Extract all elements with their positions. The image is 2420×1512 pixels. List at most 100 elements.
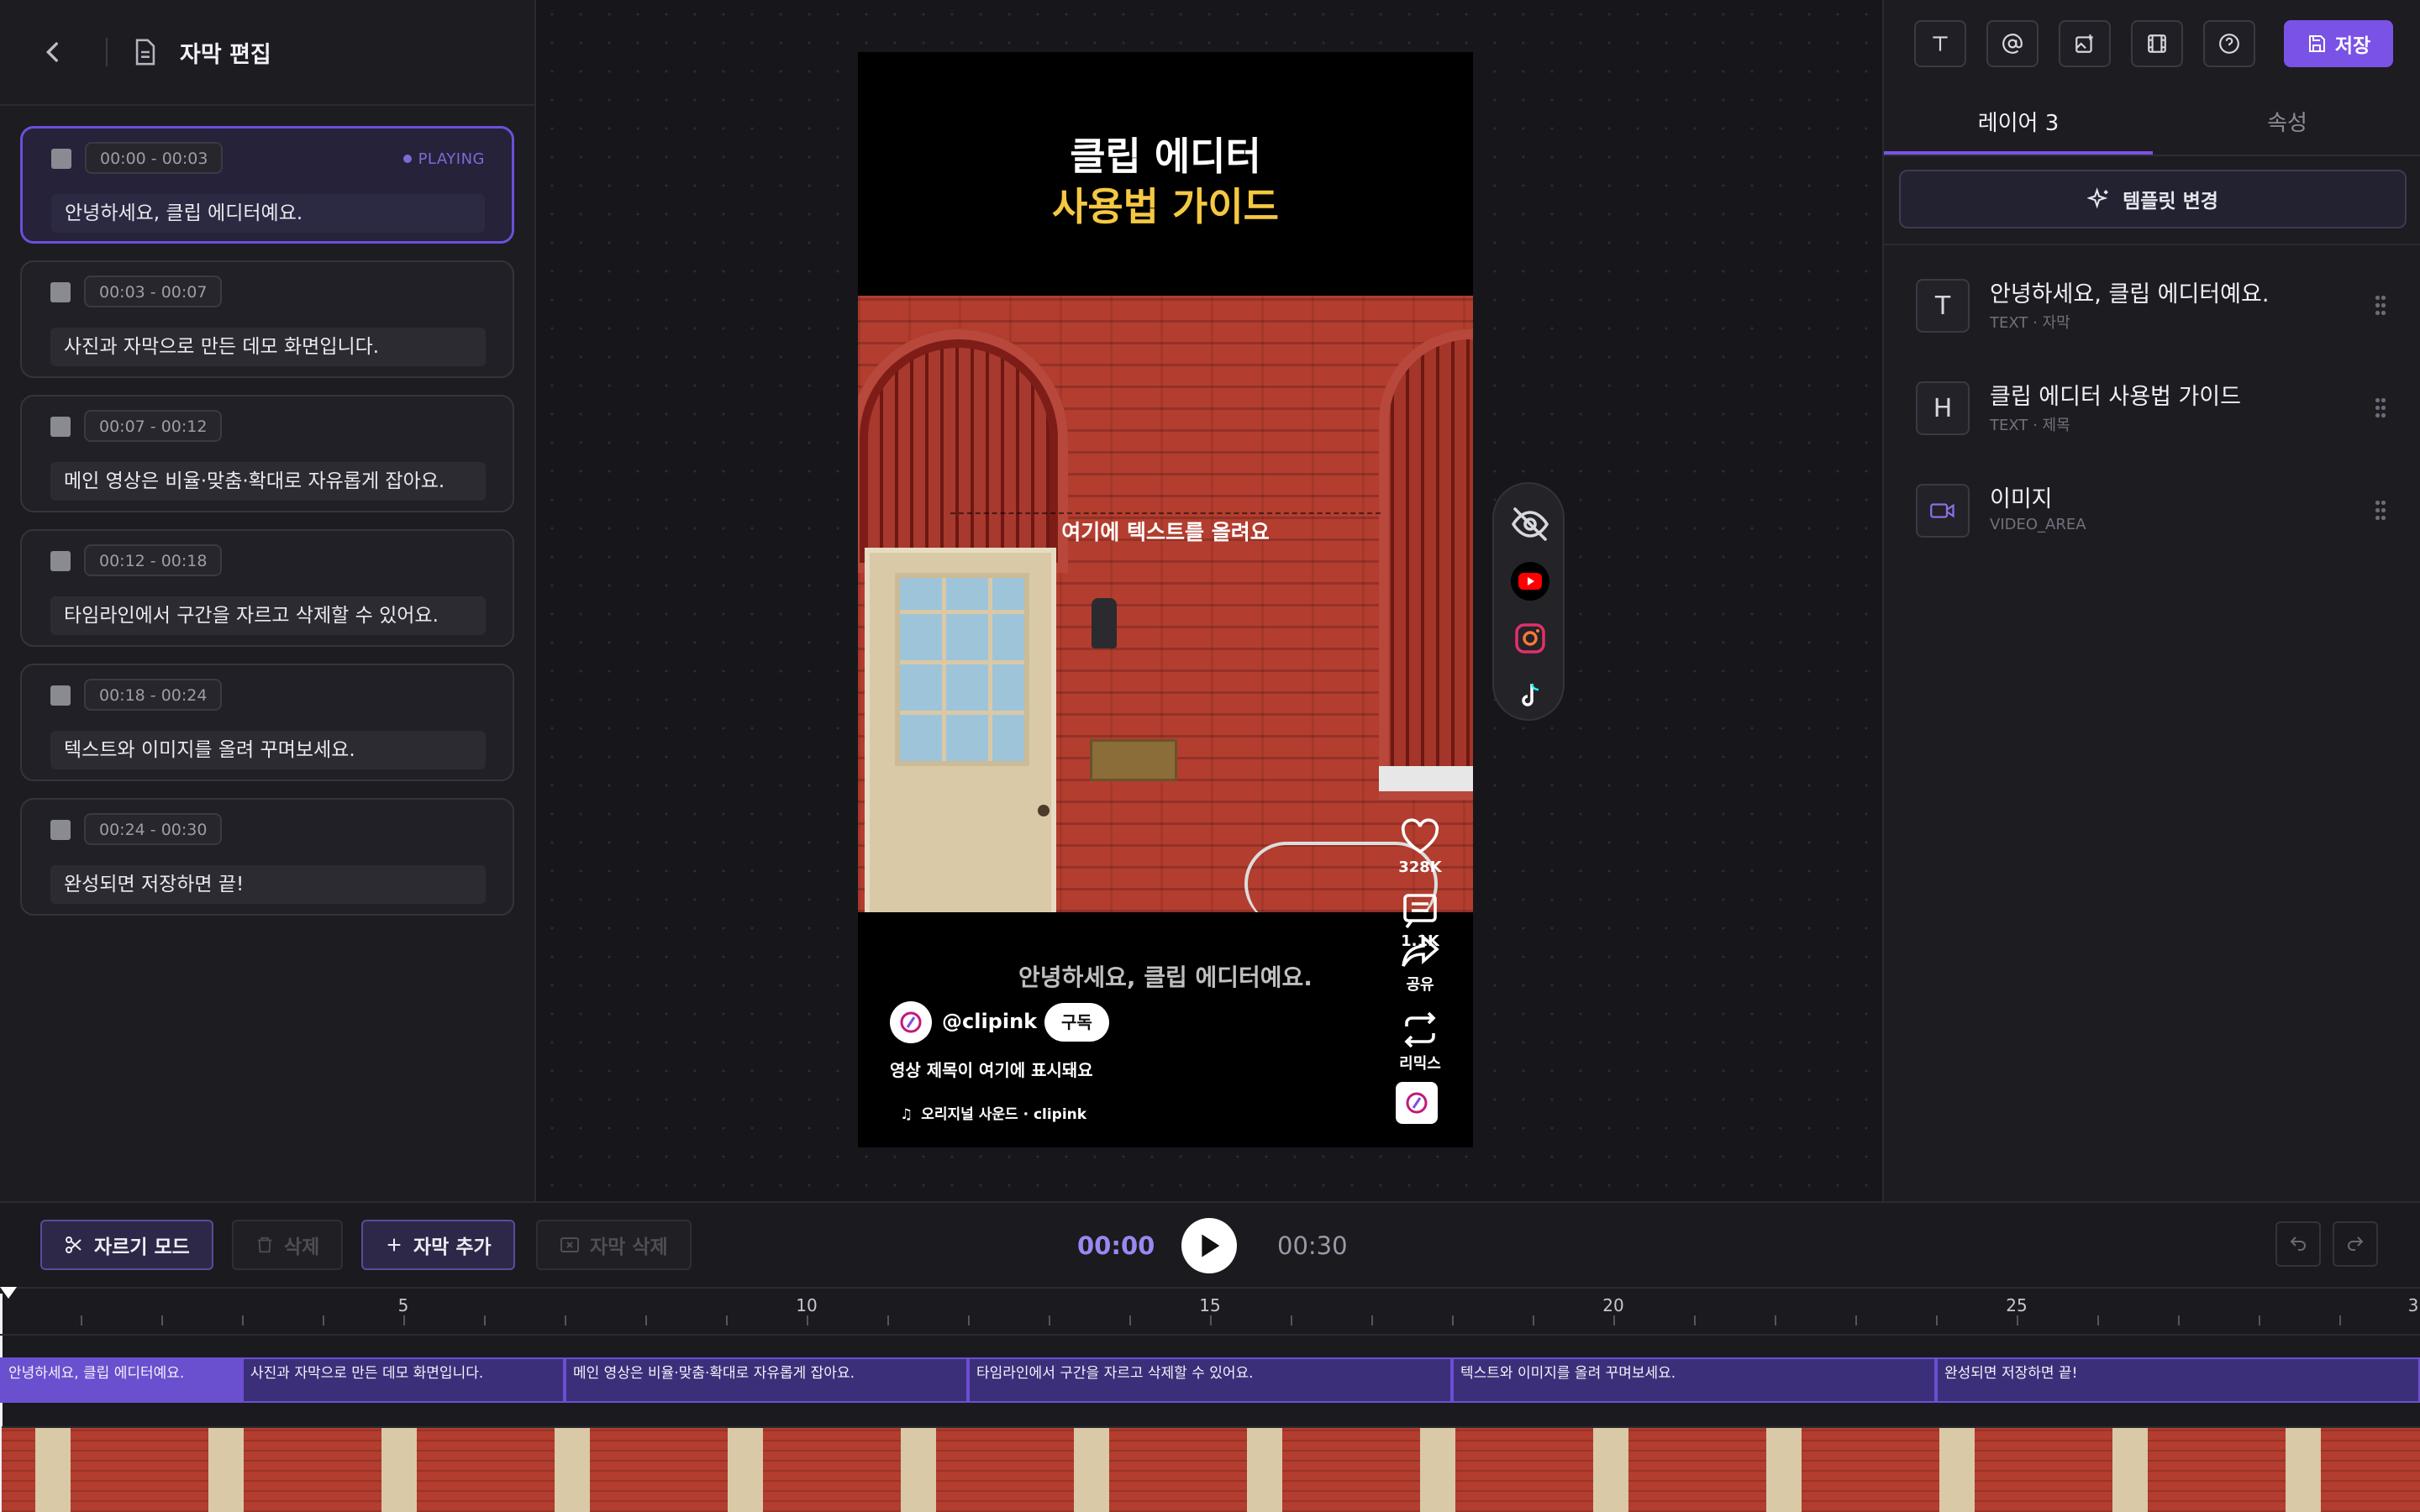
chevron-left-icon[interactable]	[39, 38, 67, 66]
playback-controls: 자르기 모드 삭제 자막 추가 자막 삭제 00:00 00:30	[0, 1203, 2420, 1284]
remix-icon	[1404, 1011, 1436, 1048]
cue-time[interactable]: 00:12 - 00:18	[84, 544, 223, 576]
cue-item[interactable]: 00:00 - 00:03 PLAYING 안녕하세요, 클립 에디터예요.	[20, 126, 514, 244]
cue-text[interactable]: 사진과 자막으로 만든 데모 화면입니다.	[50, 328, 486, 366]
help-icon	[2219, 34, 2239, 54]
drag-handle-icon[interactable]	[2375, 499, 2386, 521]
change-template-button[interactable]: 템플릿 변경	[1899, 170, 2407, 228]
cue-time[interactable]: 00:03 - 00:07	[84, 276, 223, 307]
cue-checkbox[interactable]	[50, 685, 71, 706]
add-text-button[interactable]	[1914, 20, 1966, 67]
tab-properties[interactable]: 속성	[2153, 92, 2420, 155]
subtitle-segment[interactable]: 완성되면 저장하면 끝!	[1936, 1357, 2420, 1403]
layer-item[interactable]: 이미지 VIDEO_AREA	[1916, 480, 2386, 539]
preview-caption[interactable]: 안녕하세요, 클립 에디터예요.	[858, 959, 1473, 993]
like-action[interactable]: 328K	[1391, 818, 1449, 876]
cue-checkbox[interactable]	[50, 417, 71, 437]
ruler-tick	[2017, 1315, 2018, 1326]
subtitle-segment[interactable]: 사진과 자막으로 만든 데모 화면입니다.	[242, 1357, 565, 1403]
redo-icon	[2348, 1236, 2364, 1251]
ruler-tick	[2259, 1315, 2260, 1326]
subtitle-segment[interactable]: 메인 영상은 비율·맞춤·확대로 자유롭게 잡아요.	[565, 1357, 968, 1403]
save-button[interactable]: 저장	[2284, 20, 2393, 67]
preview-title-line1[interactable]: 클립 에디터	[858, 126, 1473, 181]
cue-checkbox[interactable]	[50, 820, 71, 840]
scissors-icon	[66, 1236, 82, 1253]
layer-name: 이미지	[1990, 486, 2053, 512]
cue-item[interactable]: 00:24 - 00:30 완성되면 저장하면 끝!	[20, 798, 514, 916]
lamp-image	[1092, 598, 1117, 648]
ruler-tick	[1936, 1315, 1938, 1326]
drag-handle-icon[interactable]	[2375, 396, 2386, 418]
cue-checkbox[interactable]	[51, 149, 71, 169]
redo-button[interactable]	[2333, 1221, 2378, 1267]
cue-item[interactable]: 00:18 - 00:24 텍스트와 이미지를 올려 꾸며보세요.	[20, 664, 514, 781]
cue-list: 00:00 - 00:03 PLAYING 안녕하세요, 클립 에디터예요. 0…	[0, 106, 534, 916]
eye-off-icon[interactable]	[1510, 504, 1550, 544]
subtitle-remove-icon	[560, 1237, 579, 1252]
cue-checkbox[interactable]	[50, 282, 71, 302]
preview-title-line2[interactable]: 사용법 가이드	[858, 176, 1473, 232]
cue-time[interactable]: 00:00 - 00:03	[85, 142, 224, 174]
clipink-logo-icon	[1406, 1092, 1428, 1114]
undo-button[interactable]	[2275, 1221, 2321, 1267]
video-area[interactable]: 여기에 텍스트를 올려요	[858, 296, 1473, 912]
video-track[interactable]	[2, 1426, 2420, 1512]
drag-handle-icon[interactable]	[2375, 294, 2386, 316]
save-icon	[2308, 35, 2325, 52]
timeline-ruler[interactable]: 5 10 15 20 25 3	[0, 1287, 2420, 1329]
cue-time[interactable]: 00:18 - 00:24	[84, 679, 223, 711]
instagram-icon[interactable]	[1510, 618, 1550, 659]
add-video-button[interactable]	[2131, 20, 2183, 67]
play-button[interactable]	[1181, 1218, 1237, 1273]
layer-name: 클립 에디터 사용법 가이드	[1990, 384, 2241, 410]
ruler-tick	[2178, 1315, 2180, 1326]
tab-layers[interactable]: 레이어 3	[1884, 92, 2153, 155]
clipink-logo-icon	[900, 1011, 922, 1033]
cue-item[interactable]: 00:03 - 00:07 사진과 자막으로 만든 데모 화면입니다.	[20, 260, 514, 378]
cue-text[interactable]: 안녕하세요, 클립 에디터예요.	[51, 194, 485, 233]
layer-panel: 저장 레이어 3 속성 템플릿 변경 T 안녕하세요, 클립 에디터예요. TE…	[1882, 0, 2420, 1201]
like-count: 328K	[1398, 858, 1442, 876]
ruler-tick	[645, 1315, 647, 1326]
add-mention-button[interactable]	[1986, 20, 2039, 67]
document-icon	[135, 39, 155, 66]
layer-item[interactable]: H 클립 에디터 사용법 가이드 TEXT · 제목	[1916, 378, 2386, 437]
cue-text[interactable]: 텍스트와 이미지를 올려 꾸며보세요.	[50, 731, 486, 769]
divider	[106, 38, 108, 66]
playhead-handle[interactable]	[0, 1287, 17, 1299]
cue-checkbox[interactable]	[50, 551, 71, 571]
cue-text[interactable]: 타임라인에서 구간을 자르고 삭제할 수 있어요.	[50, 596, 486, 635]
ruler-tick	[1694, 1315, 1696, 1326]
add-image-button[interactable]	[2059, 20, 2111, 67]
subtitle-panel: 자막 편집 00:00 - 00:03 PLAYING 안녕하세요, 클립 에디…	[0, 0, 536, 1201]
ruler-tick	[403, 1315, 405, 1326]
subtitle-segment[interactable]: 안녕하세요, 클립 에디터예요.	[0, 1357, 242, 1403]
save-label: 저장	[2334, 35, 2371, 57]
subscribe-button[interactable]: 구독	[1044, 1003, 1109, 1042]
delete-subtitle-button[interactable]: 자막 삭제	[536, 1220, 692, 1270]
panel-title: 자막 편집	[180, 41, 271, 68]
youtube-icon[interactable]	[1510, 561, 1550, 601]
subtitle-segment[interactable]: 타임라인에서 구간을 자르고 삭제할 수 있어요.	[968, 1357, 1452, 1403]
layer-name: 안녕하세요, 클립 에디터예요.	[1990, 281, 2270, 307]
add-subtitle-button[interactable]: 자막 추가	[361, 1220, 515, 1270]
cut-mode-button[interactable]: 자르기 모드	[40, 1220, 213, 1270]
cue-text[interactable]: 메인 영상은 비율·맞춤·확대로 자유롭게 잡아요.	[50, 462, 486, 501]
cut-mode-label: 자르기 모드	[94, 1236, 190, 1258]
remix-action[interactable]: 리믹스	[1391, 1011, 1449, 1074]
remix-label: 리믹스	[1399, 1055, 1441, 1073]
tiktok-icon[interactable]	[1510, 675, 1550, 716]
cue-item[interactable]: 00:12 - 00:18 타임라인에서 구간을 자르고 삭제할 수 있어요.	[20, 529, 514, 647]
cue-text[interactable]: 완성되면 저장하면 끝!	[50, 865, 486, 904]
cue-time[interactable]: 00:07 - 00:12	[84, 410, 223, 442]
layer-item[interactable]: T 안녕하세요, 클립 에디터예요. TEXT · 자막	[1916, 276, 2386, 334]
shutter-image	[1379, 329, 1473, 800]
delete-button[interactable]: 삭제	[232, 1220, 344, 1270]
cue-item[interactable]: 00:07 - 00:12 메인 영상은 비율·맞춤·확대로 자유롭게 잡아요.	[20, 395, 514, 512]
subtitle-segment[interactable]: 텍스트와 이미지를 올려 꾸며보세요.	[1452, 1357, 1936, 1403]
help-button[interactable]	[2203, 20, 2255, 67]
ruler-label: 3	[2407, 1295, 2419, 1315]
overlay-text-layer[interactable]: 여기에 텍스트를 올려요	[950, 512, 1381, 546]
cue-time[interactable]: 00:24 - 00:30	[84, 813, 223, 845]
